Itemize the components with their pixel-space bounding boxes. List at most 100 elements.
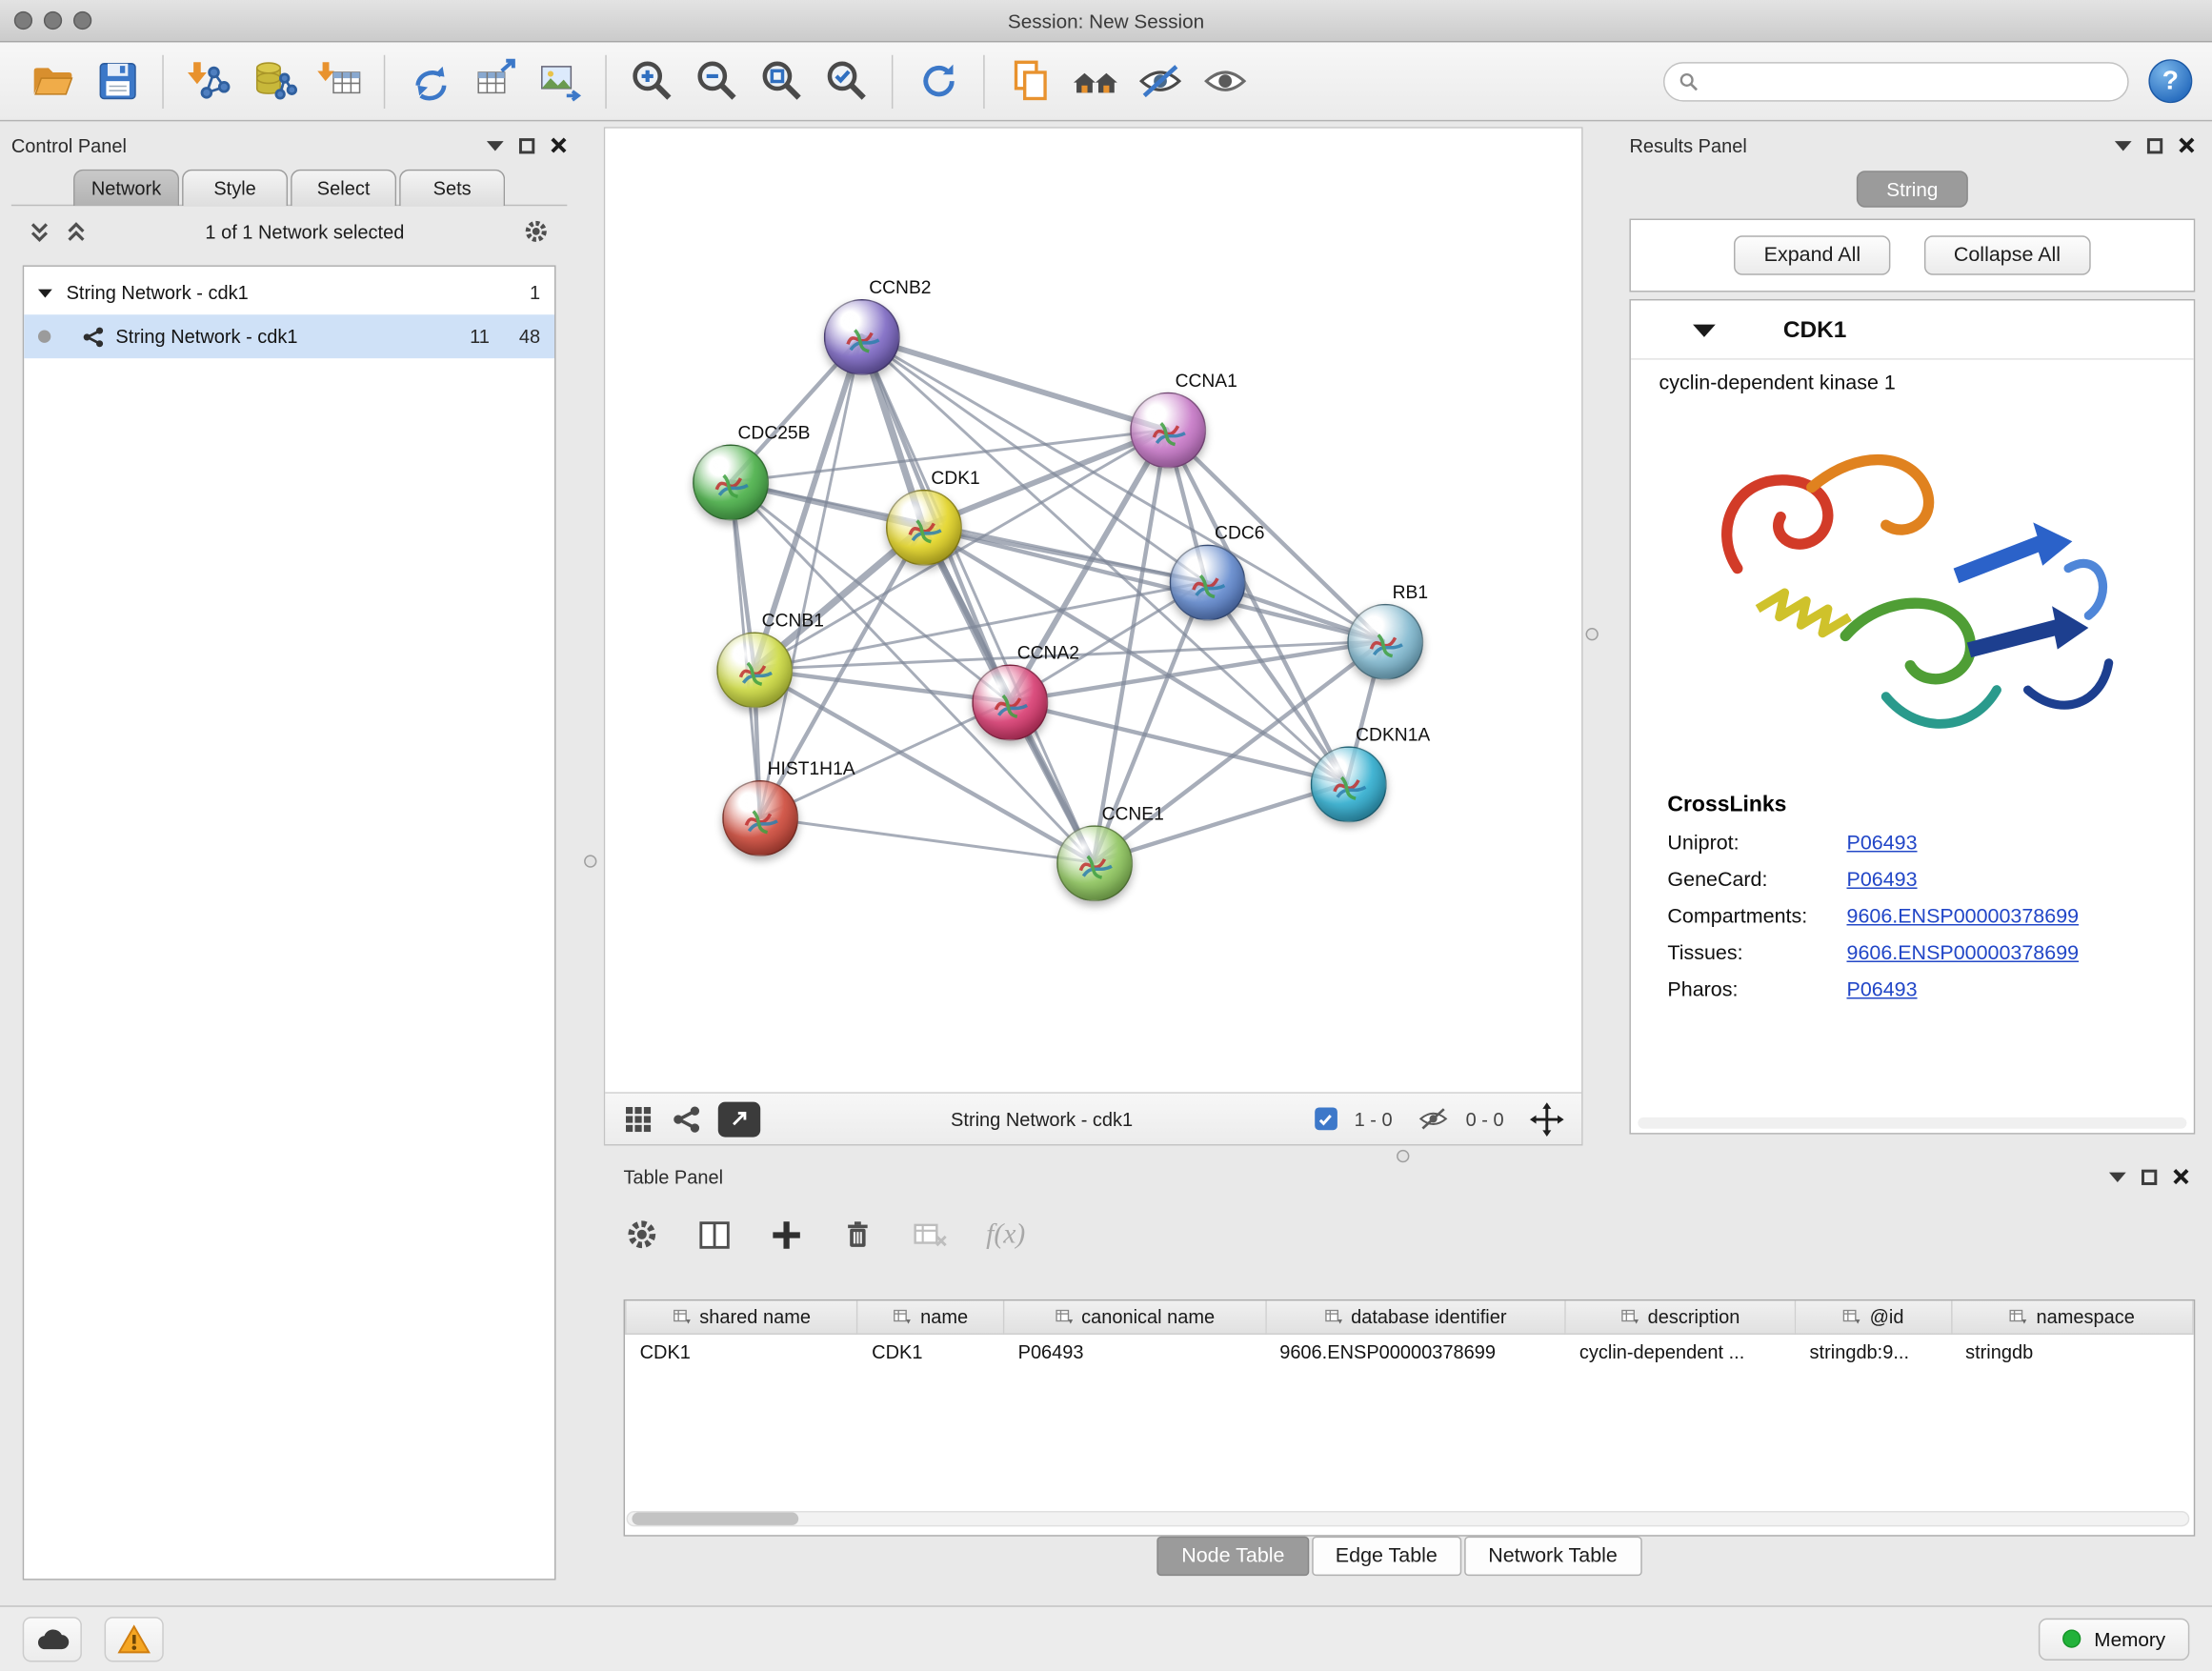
column-header-canonical-name[interactable]: canonical name: [1004, 1300, 1266, 1334]
crosslink-link[interactable]: P06493: [1846, 869, 1917, 892]
network-tree-root-row[interactable]: String Network - cdk1 1: [24, 271, 554, 314]
add-column-icon[interactable]: [769, 1217, 804, 1252]
table-cell[interactable]: cyclin-dependent ...: [1565, 1334, 1796, 1368]
panel-close-button[interactable]: [2179, 137, 2196, 154]
network-node-hist1h1a[interactable]: HIST1H1A: [722, 780, 798, 856]
search-input[interactable]: [1707, 70, 2113, 91]
results-scrollbar[interactable]: [1638, 1117, 2186, 1129]
save-session-button[interactable]: [85, 49, 150, 113]
gene-section-header[interactable]: CDK1: [1631, 300, 2194, 359]
minimize-window-button[interactable]: [44, 11, 62, 30]
table-row[interactable]: CDK1CDK1P064939606.ENSP00000378699cyclin…: [626, 1334, 2193, 1368]
table-cell[interactable]: stringdb:9...: [1796, 1334, 1952, 1368]
network-edge[interactable]: [760, 337, 861, 817]
panel-resize-handle[interactable]: [584, 855, 596, 867]
clone-network-button[interactable]: [398, 49, 463, 113]
collapse-all-icon[interactable]: [29, 219, 51, 243]
export-image-button[interactable]: [528, 49, 593, 113]
panel-menu-icon[interactable]: [2115, 140, 2132, 150]
crosslink-link[interactable]: P06493: [1846, 979, 1917, 1002]
tab-select[interactable]: Select: [291, 170, 396, 207]
help-button[interactable]: ?: [2148, 59, 2192, 103]
column-header-description[interactable]: description: [1565, 1300, 1796, 1334]
network-canvas[interactable]: CCNB2 CCNA1 CDC25B CDK1 CDC6 RB1 CCNB1 CCNA2 CDK…: [605, 129, 1581, 1092]
cloud-button[interactable]: [23, 1616, 82, 1661]
network-node-cdkn1a[interactable]: CDKN1A: [1311, 746, 1387, 822]
column-header--id[interactable]: @id: [1796, 1300, 1952, 1334]
network-node-ccnb1[interactable]: CCNB1: [716, 632, 793, 708]
open-session-button[interactable]: [20, 49, 85, 113]
network-edge[interactable]: [760, 817, 1094, 862]
gear-icon[interactable]: [624, 1217, 661, 1254]
network-node-ccnb2[interactable]: CCNB2: [824, 299, 900, 375]
crosslink-link[interactable]: P06493: [1846, 833, 1917, 856]
zoom-out-button[interactable]: [684, 49, 749, 113]
network-snapshot-button[interactable]: [997, 49, 1062, 113]
panel-float-button[interactable]: [2142, 1169, 2157, 1184]
expand-all-button[interactable]: Expand All: [1735, 235, 1891, 274]
tab-network[interactable]: Network: [73, 170, 179, 207]
column-header-database-identifier[interactable]: database identifier: [1265, 1300, 1565, 1334]
apply-layout-button[interactable]: [906, 49, 971, 113]
show-columns-icon[interactable]: [697, 1217, 733, 1252]
network-overview-icon[interactable]: [672, 1104, 701, 1134]
collapse-section-icon[interactable]: [1693, 325, 1716, 337]
hide-selected-button[interactable]: [1127, 49, 1192, 113]
network-edge[interactable]: [861, 337, 1094, 863]
table-cell[interactable]: CDK1: [626, 1334, 858, 1368]
import-network-database-button[interactable]: [241, 49, 306, 113]
table-cell[interactable]: 9606.ENSP00000378699: [1265, 1334, 1565, 1368]
export-table-button[interactable]: [463, 49, 528, 113]
crosslink-link[interactable]: 9606.ENSP00000378699: [1846, 906, 2079, 929]
collapse-all-button[interactable]: Collapse All: [1924, 235, 2090, 274]
expand-all-icon[interactable]: [65, 219, 88, 243]
show-hidden-button[interactable]: [1192, 49, 1257, 113]
network-tree-child-row[interactable]: String Network - cdk1 11 48: [24, 314, 554, 358]
close-window-button[interactable]: [14, 11, 32, 30]
table-cell[interactable]: stringdb: [1951, 1334, 2193, 1368]
maximize-window-button[interactable]: [73, 11, 91, 30]
panel-float-button[interactable]: [519, 137, 534, 152]
table-cell[interactable]: CDK1: [857, 1334, 1003, 1368]
panel-close-button[interactable]: [551, 137, 568, 154]
network-node-ccne1[interactable]: CCNE1: [1056, 825, 1133, 901]
panel-close-button[interactable]: [2173, 1168, 2190, 1185]
window-titlebar[interactable]: Session: New Session: [0, 0, 2212, 42]
network-edge[interactable]: [861, 337, 1166, 431]
string-home-button[interactable]: [1062, 49, 1127, 113]
warnings-button[interactable]: [105, 1616, 164, 1661]
network-node-rb1[interactable]: RB1: [1347, 604, 1423, 680]
column-header-name[interactable]: name: [857, 1300, 1003, 1334]
network-node-cdc25b[interactable]: CDC25B: [693, 444, 769, 520]
open-in-window-button[interactable]: [718, 1101, 760, 1137]
delete-column-icon[interactable]: [841, 1217, 875, 1252]
network-node-ccna1[interactable]: CCNA1: [1130, 393, 1206, 469]
network-node-cdc6[interactable]: CDC6: [1170, 545, 1246, 621]
network-node-ccna2[interactable]: CCNA2: [972, 665, 1048, 741]
zoom-selected-button[interactable]: [814, 49, 878, 113]
column-header-namespace[interactable]: namespace: [1951, 1300, 2193, 1334]
panel-menu-icon[interactable]: [2109, 1172, 2126, 1181]
panel-float-button[interactable]: [2147, 137, 2162, 152]
import-network-file-button[interactable]: [176, 49, 241, 113]
tab-network-table[interactable]: Network Table: [1464, 1537, 1641, 1576]
table-hscroll-thumb[interactable]: [632, 1513, 798, 1525]
tab-style[interactable]: Style: [182, 170, 288, 207]
tab-sets[interactable]: Sets: [399, 170, 505, 207]
tab-node-table[interactable]: Node Table: [1157, 1537, 1309, 1576]
column-header-shared-name[interactable]: shared name: [626, 1300, 858, 1334]
zoom-in-button[interactable]: [619, 49, 684, 113]
import-table-file-button[interactable]: [306, 49, 371, 113]
network-node-cdk1[interactable]: CDK1: [886, 490, 962, 566]
tree-expand-icon[interactable]: [38, 289, 52, 297]
panel-resize-handle[interactable]: [1397, 1150, 1409, 1162]
pan-crosshair-icon[interactable]: [1529, 1101, 1564, 1137]
gear-icon[interactable]: [522, 217, 551, 246]
zoom-fit-button[interactable]: [749, 49, 814, 113]
panel-menu-icon[interactable]: [487, 140, 504, 150]
crosslink-link[interactable]: 9606.ENSP00000378699: [1846, 942, 2079, 965]
memory-button[interactable]: Memory: [2040, 1618, 2190, 1660]
tab-string[interactable]: String: [1857, 171, 1967, 208]
tab-edge-table[interactable]: Edge Table: [1312, 1537, 1461, 1576]
birdseye-grid-icon[interactable]: [622, 1102, 654, 1135]
